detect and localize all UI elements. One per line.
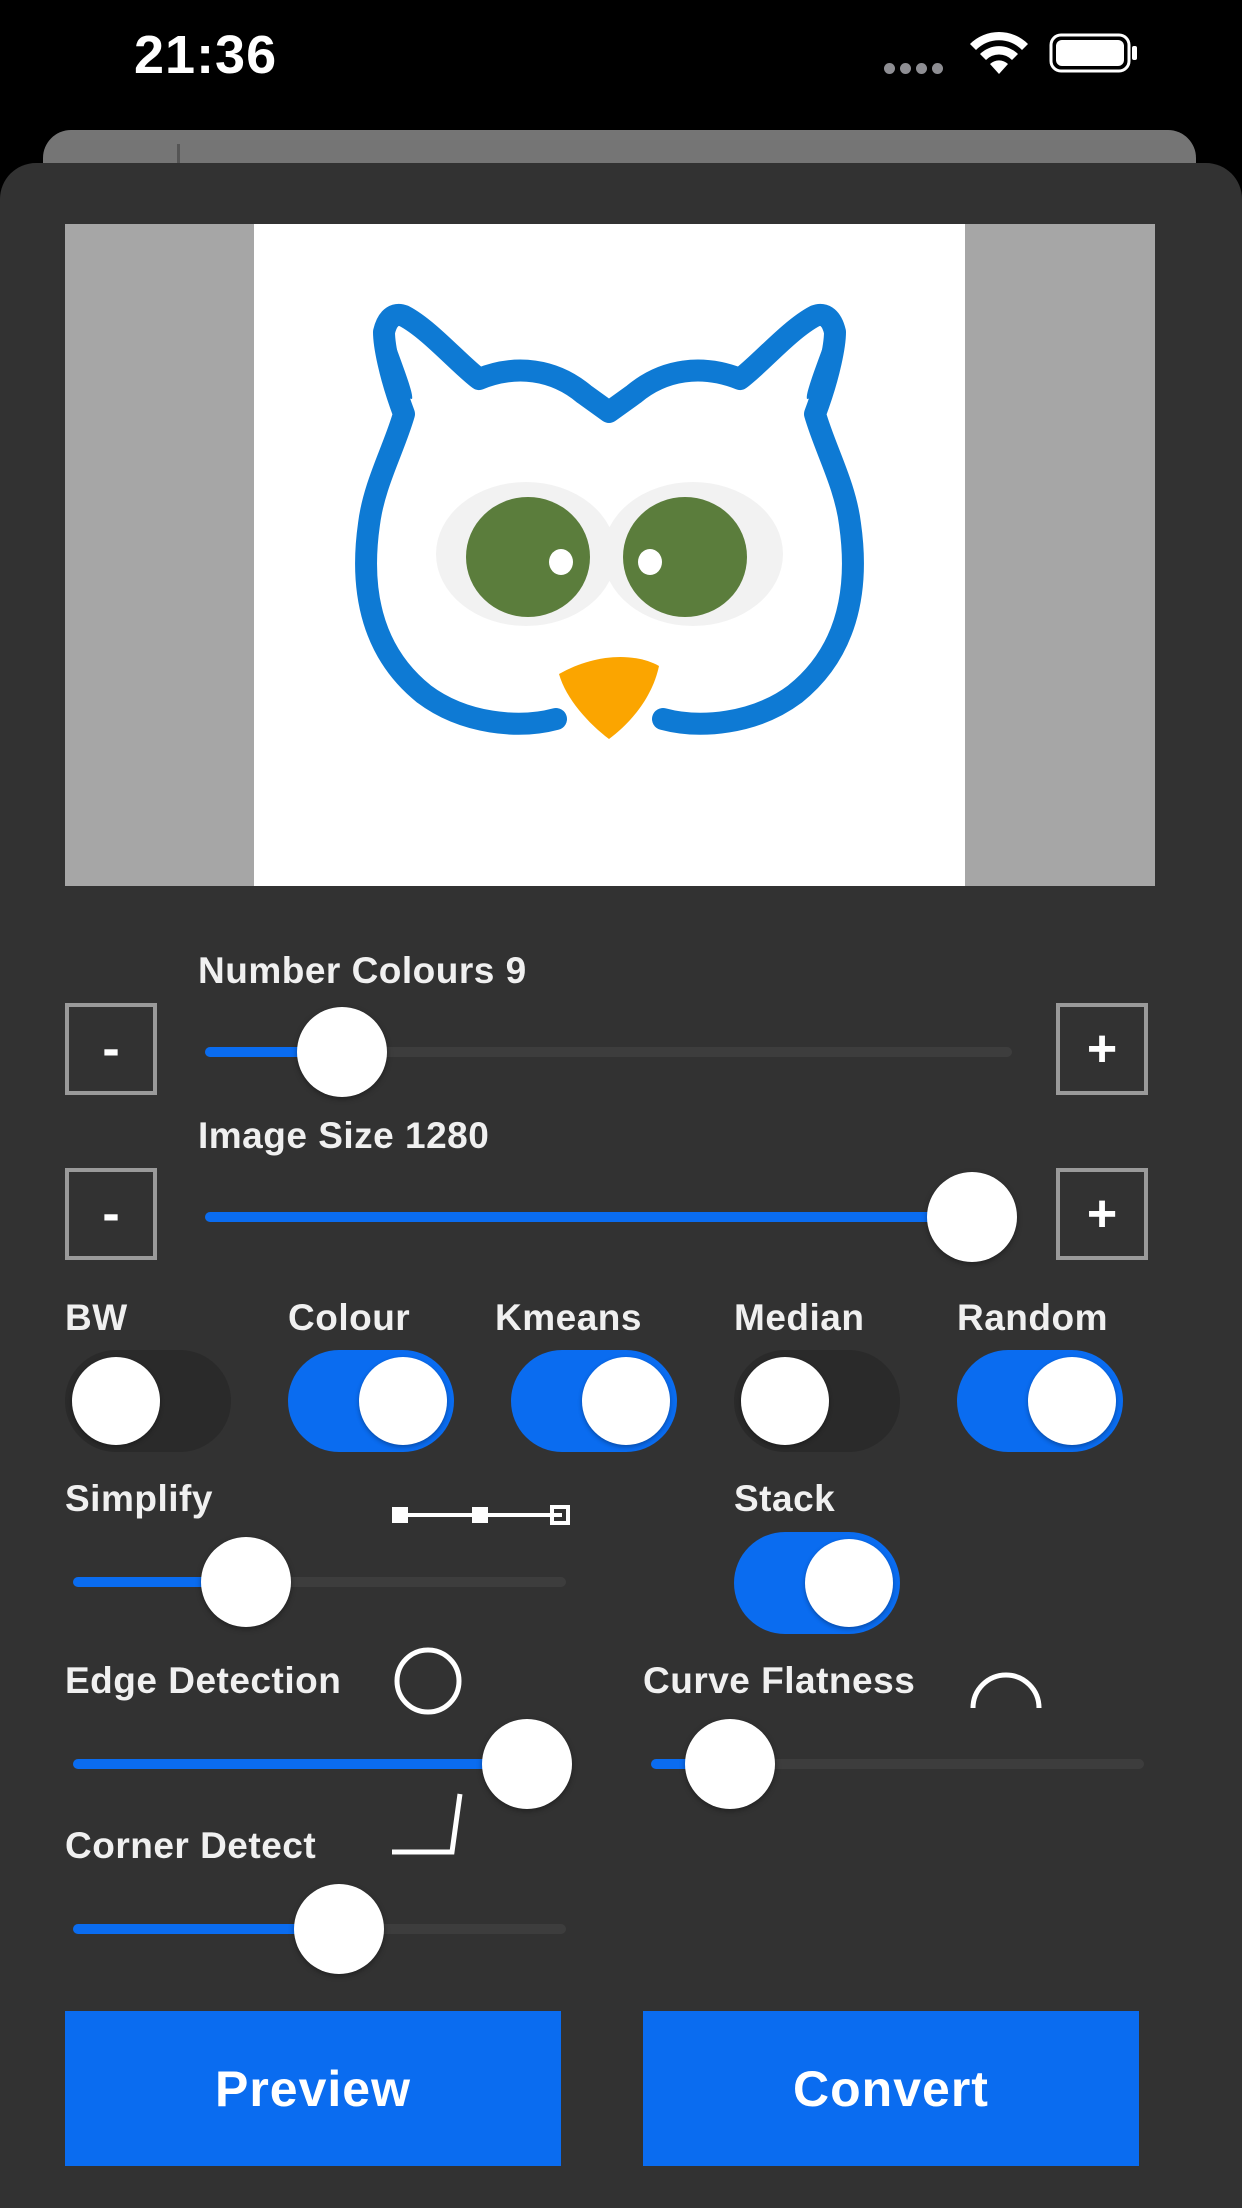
slider-thumb[interactable]: [927, 1172, 1017, 1262]
corner-detect-slider[interactable]: [73, 1884, 566, 1974]
simplify-slider[interactable]: [73, 1537, 566, 1627]
edge-detection-label: Edge Detection: [65, 1660, 342, 1701]
median-label: Median: [734, 1297, 865, 1338]
kmeans-label: Kmeans: [495, 1297, 642, 1338]
image-size-slider[interactable]: [205, 1172, 1017, 1262]
cellular-signal-icon: [884, 61, 950, 74]
simplify-label: Simplify: [65, 1478, 213, 1519]
number-colours-slider[interactable]: [205, 1007, 1012, 1097]
corner-icon: [392, 1793, 463, 1855]
slider-thumb[interactable]: [297, 1007, 387, 1097]
median-toggle[interactable]: [734, 1350, 900, 1452]
colour-toggle[interactable]: [288, 1350, 454, 1452]
curve-flatness-slider[interactable]: [651, 1719, 1144, 1809]
arc-icon: [970, 1672, 1042, 1709]
image-size-plus-button[interactable]: +: [1056, 1168, 1148, 1260]
owl-logo-image: [355, 303, 864, 739]
image-size-minus-button[interactable]: -: [65, 1168, 157, 1260]
curve-flatness-label: Curve Flatness: [643, 1660, 916, 1701]
preview-image-canvas: [254, 224, 965, 886]
slider-thumb[interactable]: [482, 1719, 572, 1809]
corner-detect-label: Corner Detect: [65, 1825, 317, 1866]
convert-button[interactable]: Convert: [643, 2011, 1139, 2166]
colour-label: Colour: [288, 1297, 411, 1338]
stack-toggle[interactable]: [734, 1532, 900, 1634]
random-label: Random: [957, 1297, 1108, 1338]
kmeans-toggle[interactable]: [511, 1350, 677, 1452]
random-toggle[interactable]: [957, 1350, 1123, 1452]
battery-icon: [1049, 33, 1137, 73]
image-size-label: Image Size 1280: [198, 1115, 490, 1156]
circle-icon: [394, 1647, 462, 1715]
wifi-icon: [970, 31, 1028, 74]
number-colours-plus-button[interactable]: +: [1056, 1003, 1148, 1095]
slider-thumb[interactable]: [294, 1884, 384, 1974]
bw-label: BW: [65, 1297, 128, 1338]
slider-thumb[interactable]: [201, 1537, 291, 1627]
slider-thumb[interactable]: [685, 1719, 775, 1809]
stack-label: Stack: [734, 1478, 836, 1519]
edge-detection-slider[interactable]: [73, 1719, 572, 1809]
number-colours-label: Number Colours 9: [198, 950, 527, 991]
status-time: 21:36: [134, 25, 278, 85]
preview-button[interactable]: Preview: [65, 2011, 561, 2166]
number-colours-minus-button[interactable]: -: [65, 1003, 157, 1095]
image-preview: [65, 224, 1155, 886]
path-simplify-icon: [392, 1505, 570, 1525]
bw-toggle[interactable]: [65, 1350, 231, 1452]
